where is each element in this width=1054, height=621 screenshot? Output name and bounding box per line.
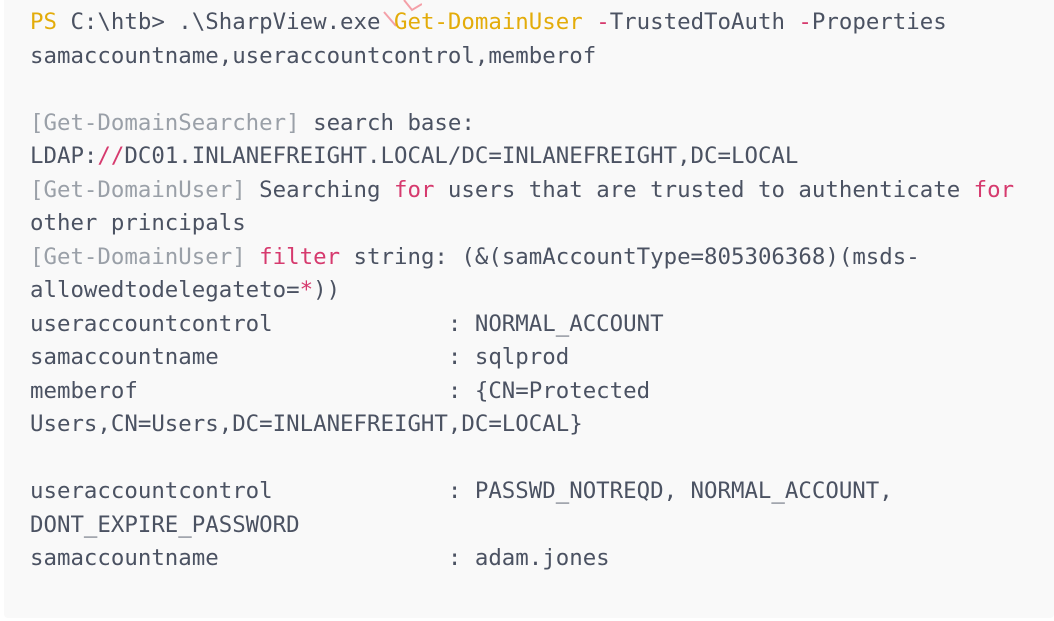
terminal-token: C:\htb> .\SharpView.exe (56, 9, 394, 35)
terminal-line: PS C:\htb> .\SharpView.exe Get-DomainUse… (30, 6, 1014, 40)
terminal-token: for (973, 176, 1015, 203)
terminal-token: [Get-DomainUser] (30, 176, 246, 203)
terminal-token: useraccountcontrol : NORMAL_ACCOUNT (30, 310, 664, 337)
terminal-token: [Get-DomainUser] (30, 243, 246, 270)
terminal-token: string: (&(samAccountType=805306368)(msd… (340, 243, 920, 270)
terminal-token: users that are trusted to authenticate (434, 176, 974, 203)
terminal-token: DONT_EXPIRE_PASSWORD (30, 511, 300, 538)
terminal-line: memberof : {CN=Protected (30, 375, 1014, 409)
terminal-token: Users,CN=Users,DC=INLANEFREIGHT,DC=LOCAL… (30, 411, 583, 437)
terminal-token: for (393, 176, 435, 203)
terminal-line: LDAP://DC01.INLANEFREIGHT.LOCAL/DC=INLAN… (30, 140, 1014, 174)
terminal-line: allowedtodelegateto=*)) (30, 274, 1014, 308)
terminal-token: allowedtodelegateto= (30, 277, 300, 303)
terminal-line: DONT_EXPIRE_PASSWORD (30, 509, 1014, 543)
terminal-line: samaccountname,useraccountcontrol,member… (30, 40, 1014, 74)
terminal-line: useraccountcontrol : PASSWD_NOTREQD, NOR… (30, 475, 1014, 509)
terminal-token: samaccountname : sqlprod (30, 344, 570, 370)
terminal-line: Users,CN=Users,DC=INLANEFREIGHT,DC=LOCAL… (30, 408, 1014, 442)
terminal-output: PS C:\htb> .\SharpView.exe Get-DomainUse… (30, 6, 1014, 576)
terminal-token: Properties (811, 9, 947, 35)
terminal-token: * (299, 277, 314, 303)
terminal-token: - (596, 9, 610, 35)
terminal-line: samaccountname : adam.jones (30, 542, 1014, 576)
terminal-token: Searching (245, 176, 394, 203)
terminal-token: search base: (299, 109, 475, 136)
terminal-token: [Get-DomainSearcher] (30, 109, 300, 136)
terminal-token: TrustedToAuth (609, 9, 799, 35)
terminal-line: [Get-DomainSearcher] search base: (30, 107, 1014, 141)
terminal-token: Get-DomainUser (393, 9, 583, 35)
terminal-token: DC01.INLANEFREIGHT.LOCAL/DC=INLANEFREIGH… (124, 143, 799, 169)
terminal-token: LDAP: (30, 143, 98, 169)
code-block: PS C:\htb> .\SharpView.exe Get-DomainUse… (4, 0, 1054, 618)
terminal-token: - (798, 9, 812, 35)
terminal-line: [Get-DomainUser] filter string: (&(samAc… (30, 241, 1014, 275)
terminal-token: samaccountname,useraccountcontrol,member… (30, 42, 597, 69)
terminal-token: PS (30, 9, 57, 35)
terminal-token: memberof : {CN=Protected (30, 377, 651, 404)
terminal-token: filter (259, 243, 341, 270)
terminal-token: )) (313, 277, 341, 303)
terminal-token: other principals (30, 210, 246, 236)
terminal-token: // (97, 143, 125, 169)
terminal-line: samaccountname : sqlprod (30, 341, 1014, 375)
terminal-token: samaccountname : adam.jones (30, 545, 610, 571)
terminal-token: useraccountcontrol : PASSWD_NOTREQD, NOR… (30, 478, 893, 504)
terminal-line: [Get-DomainUser] Searching for users tha… (30, 174, 1014, 208)
terminal-line: other principals (30, 207, 1014, 241)
terminal-line: useraccountcontrol : NORMAL_ACCOUNT (30, 308, 1014, 342)
